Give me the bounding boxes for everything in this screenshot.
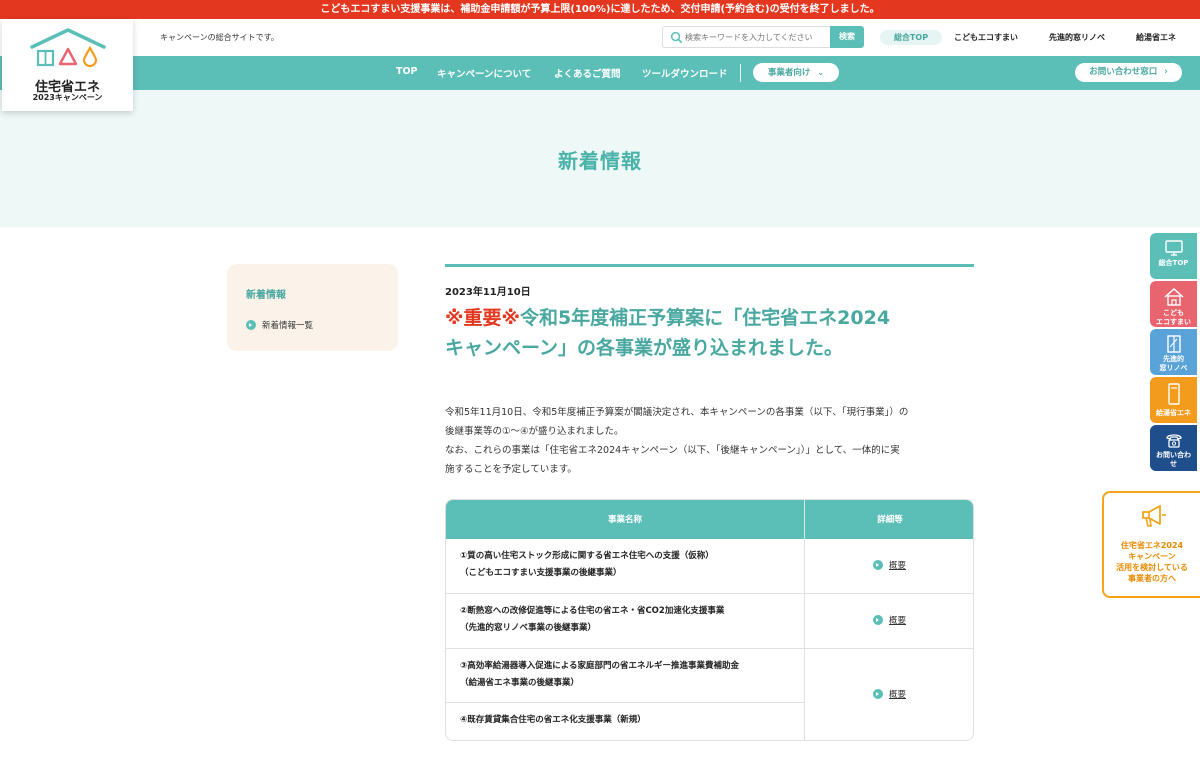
side-tab-kyuto[interactable]: 給湯省エネ [1150,377,1197,423]
arrow-circle-icon [246,320,256,330]
chevron-down-icon: ⌄ [817,68,825,77]
chevron-right-icon: › [1164,67,1168,77]
nav-item-about[interactable]: キャンペーンについて [437,66,531,80]
promo-line: キャンペーン [1128,552,1176,561]
site-tagline: キャンペーンの総合サイトです。 [160,33,279,42]
logo-subtitle: 2023キャンペーン [32,93,103,102]
megaphone-icon [1142,505,1166,527]
business-label: 事業者向け [767,68,811,78]
article-title: ※重要※令和5年度補正予算案に「住宅省エネ2024 キャンペーン」の各事業が盛り… [445,303,975,363]
projects-table: 事業名称 詳細等 ①質の高い住宅ストック形成に関する省エネ住宅への支援（仮称） … [445,499,974,741]
search-button[interactable]: 検索 [830,26,864,48]
detail-link-3[interactable]: 概要 [873,688,906,700]
arrow-circle-icon [873,615,883,625]
water-heater-icon [1167,383,1180,405]
side-tab-window-renove[interactable]: 先進的 窓リノベ [1150,329,1197,375]
side-tab-label: こども [1163,309,1184,317]
toplink-kodomo-eco[interactable]: こどもエコすまい [954,30,1018,45]
business-promo-banner[interactable]: 住宅省エネ2024 キャンペーン 活用を検討している 事業者の方へ [1102,491,1200,598]
house-icon [1164,287,1183,306]
detail-link-label: 概要 [889,616,907,626]
table-row: ②断熱窓への改修促進等による住宅の省エネ・省CO2加速化支援事業 （先進的窓リノ… [460,603,724,637]
row-note: （先進的窓リノベ事業の後継事業） [460,623,597,633]
side-tab-contact[interactable]: お問い合わ せ [1150,425,1197,471]
row-note: （給湯省エネ事業の後継事業） [460,678,580,688]
table-row: ③高効率給湯器導入促進による家庭部門の省エネルギー推進事業費補助金 （給湯省エネ… [460,658,739,692]
row-title: ④既存賃貸集合住宅の省エネ化支援事業（新規） [460,715,646,725]
row-note: （こどもエコすまい支援事業の後継事業） [460,568,622,578]
arrow-circle-icon [873,560,883,570]
table-row: ④既存賃貸集合住宅の省エネ化支援事業（新規） [460,712,646,729]
page-title: 新着情報 [558,149,642,173]
promo-line: 事業者の方へ [1128,574,1176,583]
detail-link-label: 概要 [889,690,907,700]
window-icon [1166,335,1181,353]
promo-line: 活用を検討している [1116,563,1188,572]
side-tab-total-top[interactable]: 総合TOP [1150,233,1197,279]
toplink-kyuto[interactable]: 給湯省エネ [1136,30,1176,45]
top-header: キャンペーンの総合サイトです。 検索 総合TOP こどもエコすまい 先進的窓リノ… [0,19,1200,56]
column-divider [804,539,805,740]
detail-link-label: 概要 [889,561,907,571]
detail-link-1[interactable]: 概要 [873,559,906,571]
row-title: ②断熱窓への改修促進等による住宅の省エネ・省CO2加速化支援事業 [460,606,725,616]
sidebar-menu: 新着情報 新着情報一覧 [227,264,398,351]
article-body-line: 後継事業等の①～④が盛り込まれました。 [445,426,624,437]
business-dropdown-button[interactable]: 事業者向け ⌄ [753,63,839,82]
sidebar-heading: 新着情報 [246,290,286,301]
table-header: 事業名称 詳細等 [446,500,973,539]
column-header-name: 事業名称 [607,515,642,525]
article-body-line: 施することを予定しています。 [445,464,577,475]
article-body-line: なお、これらの事業は「住宅省エネ2024キャンペーン（以下、「後継キャンペーン」… [445,445,900,456]
side-tab-kodomo-eco[interactable]: こども エコすまい [1150,281,1197,327]
search-box[interactable] [662,26,831,48]
side-tab-label: 窓リノベ [1159,364,1188,372]
side-tab-label: お問い合わ [1156,451,1191,459]
search-input[interactable] [685,30,828,45]
site-logo[interactable]: 住宅省エネ 2023キャンペーン [2,19,133,111]
promo-line: 住宅省エネ2024 [1120,541,1184,550]
article-title-line2: キャンペーン」の各事業が盛り込まれました。 [445,337,844,359]
nav-divider [740,64,741,82]
monitor-icon [1164,240,1183,256]
promo-text: 住宅省エネ2024 キャンペーン 活用を検討している 事業者の方へ [1104,540,1200,584]
row-title: ③高効率給湯器導入促進による家庭部門の省エネルギー推進事業費補助金 [460,661,739,671]
row-divider [446,702,804,703]
sidebar-item-label: 新着情報一覧 [262,321,314,331]
side-tab-label: エコすまい [1156,318,1191,326]
table-row: ①質の高い住宅ストック形成に関する省エネ住宅への支援（仮称） （こどもエコすまい… [460,548,714,582]
toplink-total-top[interactable]: 総合TOP [880,30,942,45]
alert-banner: こどもエコすまい支援事業は、補助金申請額が予算上限(100%)に達したため、交付… [0,0,1200,19]
nav-item-faq[interactable]: よくあるご質問 [554,66,621,80]
article-date: 2023年11月10日 [445,287,531,298]
row-divider [446,648,973,649]
search-icon [670,31,683,44]
contact-button[interactable]: お問い合わせ窓口 › [1075,63,1182,82]
article-title-line1: 令和5年度補正予算案に「住宅省エネ2024 [519,307,891,329]
main-nav: TOP キャンペーンについて よくあるご質問 ツールダウンロード 事業者向け ⌄… [0,56,1200,90]
column-header-detail: 詳細等 [877,515,903,525]
important-marker: ※重要※ [445,307,520,329]
row-title: ①質の高い住宅ストック形成に関する省エネ住宅への支援（仮称） [460,551,714,561]
article-body: 令和5年11月10日、令和5年度補正予算案が閣議決定され、本キャンペーンの各事業… [445,403,975,479]
side-tab-label: 先進的 [1163,355,1184,363]
nav-item-top[interactable]: TOP [396,66,418,77]
nav-item-download[interactable]: ツールダウンロード [642,66,728,80]
sidebar-item-news-list[interactable]: 新着情報一覧 [246,319,313,331]
article-top-rule [445,264,974,267]
house-logo-icon [30,28,106,68]
page-hero: 新着情報 [0,90,1200,227]
side-tab-label: 給湯省エネ [1156,409,1191,417]
detail-link-2[interactable]: 概要 [873,614,906,626]
phone-icon [1165,434,1182,448]
row-divider [446,593,973,594]
arrow-circle-icon [873,689,883,699]
toplink-window-renove[interactable]: 先進的窓リノベ [1049,30,1105,45]
side-tab-label: せ [1170,460,1177,468]
contact-label: お問い合わせ窓口 [1089,67,1158,77]
article-body-line: 令和5年11月10日、令和5年度補正予算案が閣議決定され、本キャンペーンの各事業… [445,407,909,418]
side-tab-label: 総合TOP [1158,259,1189,267]
